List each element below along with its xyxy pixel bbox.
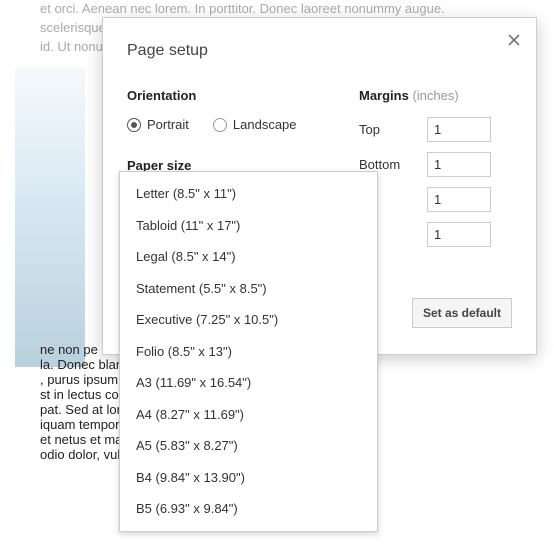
close-icon (506, 32, 522, 48)
set-as-default-button[interactable]: Set as default (412, 298, 512, 328)
margins-unit: (inches) (409, 88, 459, 103)
paper-size-option[interactable]: Tabloid (11" x 17") (120, 210, 377, 242)
dialog-title: Page setup (127, 42, 512, 60)
margin-top-input[interactable] (427, 117, 491, 142)
close-button[interactable] (506, 32, 522, 48)
margin-bottom-label: Bottom (359, 157, 419, 172)
paper-size-dropdown[interactable]: Letter (8.5" x 11")Tabloid (11" x 17")Le… (119, 171, 378, 532)
radio-label: Portrait (147, 117, 189, 132)
paper-size-option[interactable]: Legal (8.5" x 14") (120, 241, 377, 273)
paper-size-option[interactable]: A5 (5.83" x 8.27") (120, 430, 377, 462)
margin-bottom-input[interactable] (427, 152, 491, 177)
paper-size-option[interactable]: A3 (11.69" x 16.54") (120, 367, 377, 399)
margin-right-input[interactable] (427, 222, 491, 247)
paper-size-option[interactable]: B5 (6.93" x 9.84") (120, 493, 377, 525)
radio-label: Landscape (233, 117, 297, 132)
radio-icon (127, 118, 141, 132)
paper-size-option[interactable]: Letter (8.5" x 11") (120, 178, 377, 210)
doc-image (15, 67, 85, 367)
paper-size-option[interactable]: Statement (5.5" x 8.5") (120, 273, 377, 305)
paper-size-option[interactable]: Executive (7.25" x 10.5") (120, 304, 377, 336)
margins-text: Margins (359, 88, 409, 103)
margin-left-input[interactable] (427, 187, 491, 212)
radio-portrait[interactable]: Portrait (127, 117, 189, 132)
radio-icon (213, 118, 227, 132)
orientation-label: Orientation (127, 88, 339, 103)
paper-size-option[interactable]: A4 (8.27" x 11.69") (120, 399, 377, 431)
paper-size-option[interactable]: Folio (8.5" x 13") (120, 336, 377, 368)
paper-size-option[interactable]: B4 (9.84" x 13.90") (120, 462, 377, 494)
margins-label: Margins (inches) (359, 88, 512, 103)
radio-landscape[interactable]: Landscape (213, 117, 297, 132)
margin-top-label: Top (359, 122, 419, 137)
